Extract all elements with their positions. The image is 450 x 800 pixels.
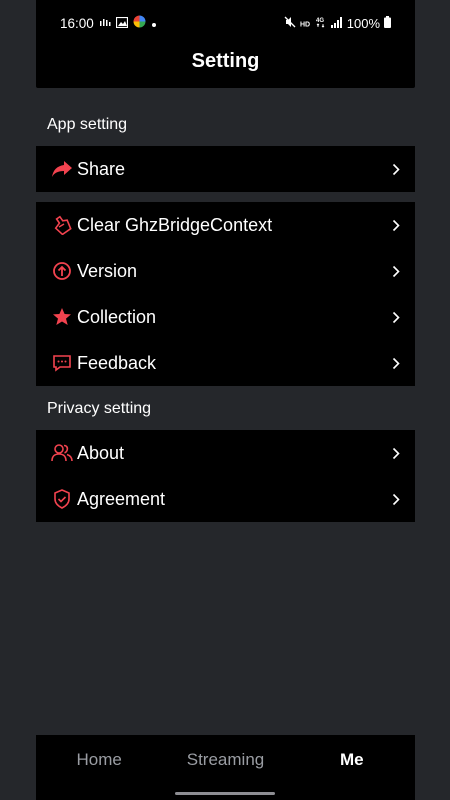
app-logo-icon <box>133 15 146 31</box>
users-icon <box>51 442 73 464</box>
settings-item-label: Clear GhzBridgeContext <box>77 214 273 235</box>
shield-icon <box>51 488 73 510</box>
status-bar: 16:00 HD 4G 100% <box>60 13 391 33</box>
settings-item-version[interactable]: Version <box>36 248 415 294</box>
settings-item-collection[interactable]: Collection <box>36 294 415 340</box>
settings-item-about[interactable]: About <box>36 430 415 476</box>
nav-tab-home[interactable]: Home <box>36 735 162 800</box>
clear-icon <box>51 214 73 236</box>
settings-item-label: Agreement <box>77 488 166 509</box>
settings-item-label: About <box>77 442 125 463</box>
star-icon <box>51 306 73 328</box>
mute-icon <box>284 16 296 31</box>
svg-text:4G: 4G <box>316 18 324 24</box>
hd-icon: HD <box>300 16 312 31</box>
settings-item-share[interactable]: Share <box>36 146 415 192</box>
nav-tab-streaming[interactable]: Streaming <box>162 735 288 800</box>
settings-item-feedback[interactable]: Feedback <box>36 340 415 386</box>
nav-tab-me[interactable]: Me <box>289 735 415 800</box>
settings-item-label: Share <box>77 158 126 179</box>
bottom-nav: Home Streaming Me <box>36 735 415 800</box>
share-card: Share <box>36 146 415 192</box>
settings-item-label: Feedback <box>77 352 157 373</box>
app-settings-card: Clear GhzBridgeContext Version Collectio… <box>36 202 415 386</box>
chevron-right-icon <box>391 446 401 460</box>
settings-item-label: Version <box>77 260 138 281</box>
dot-icon <box>151 16 157 31</box>
chevron-right-icon <box>391 162 401 176</box>
settings-item-clear-context[interactable]: Clear GhzBridgeContext <box>36 202 415 248</box>
settings-item-agreement[interactable]: Agreement <box>36 476 415 522</box>
chevron-right-icon <box>391 492 401 506</box>
section-label-app-setting: App setting <box>47 116 128 133</box>
chevron-right-icon <box>391 218 401 232</box>
signal-activity-icon <box>99 16 111 31</box>
share-icon <box>51 158 73 180</box>
home-indicator[interactable] <box>175 792 275 795</box>
battery-icon <box>384 15 391 31</box>
header-bar: 16:00 HD 4G 100% Setting <box>36 0 415 88</box>
battery-percent: 100% <box>346 15 380 31</box>
page-title: Setting <box>191 50 260 72</box>
feedback-icon <box>51 352 73 374</box>
chevron-right-icon <box>391 310 401 324</box>
privacy-settings-card: About Agreement <box>36 430 415 522</box>
signal-bars-icon <box>330 16 343 31</box>
chevron-right-icon <box>391 264 401 278</box>
4g-signal-icon: 4G <box>316 16 327 31</box>
status-time: 16:00 <box>60 15 94 31</box>
version-icon <box>51 260 73 282</box>
svg-text:HD: HD <box>300 21 310 28</box>
section-label-privacy-setting: Privacy setting <box>47 400 152 417</box>
chevron-right-icon <box>391 356 401 370</box>
settings-item-label: Collection <box>77 306 157 327</box>
image-icon <box>115 16 128 31</box>
